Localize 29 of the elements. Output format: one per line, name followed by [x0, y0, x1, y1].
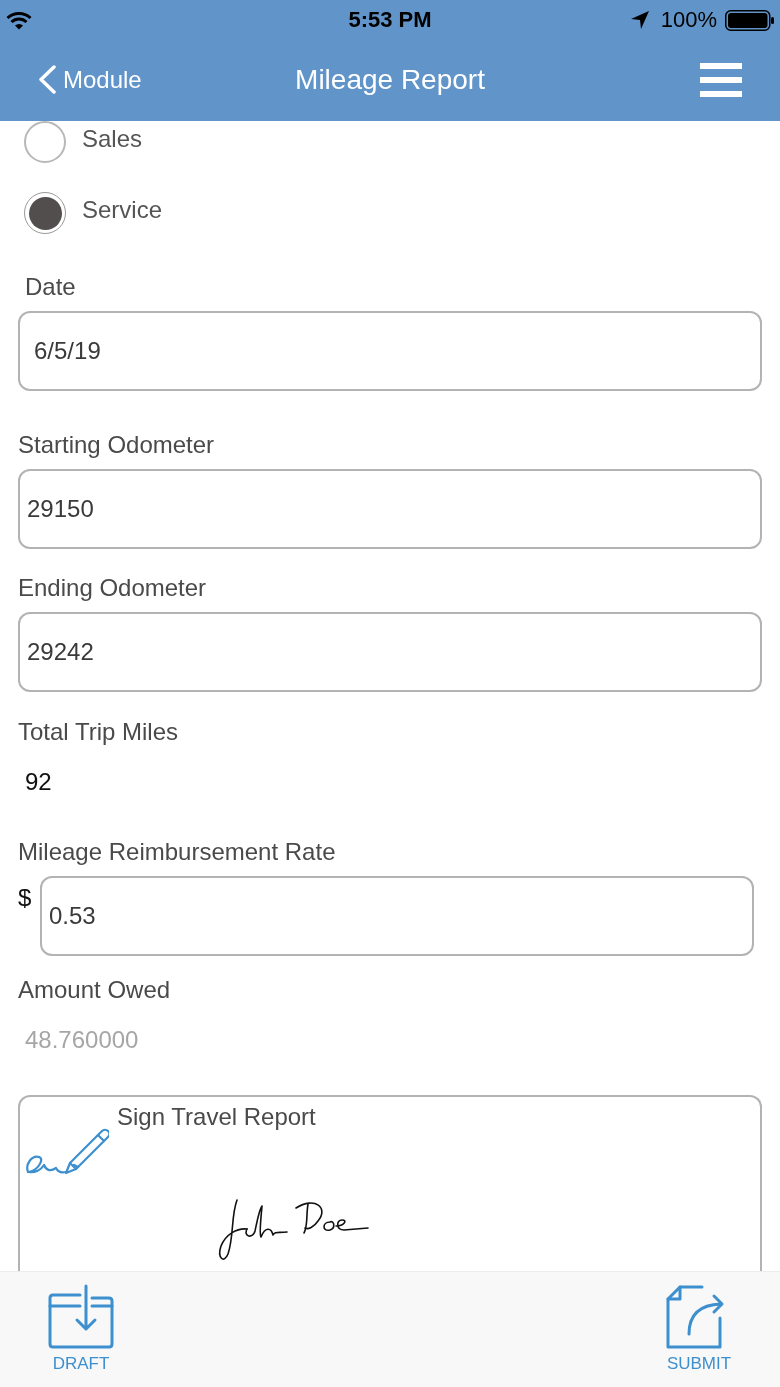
radio-button[interactable]	[24, 121, 66, 163]
battery-percent: 100%	[660, 7, 717, 33]
battery-icon	[725, 9, 774, 31]
menu-icon[interactable]	[700, 62, 742, 97]
input-field[interactable]: 6/5/19	[18, 311, 762, 391]
status-time: 5:53 PM	[347, 7, 433, 33]
input-field[interactable]: 29150	[18, 469, 762, 549]
input-field[interactable]: 0.53	[40, 876, 754, 956]
field-label: Mileage Reimbursement Rate	[18, 838, 337, 866]
field-label: Starting Odometer	[18, 431, 216, 459]
currency-symbol: $	[18, 884, 33, 912]
field-value: 48.760000	[25, 1026, 140, 1054]
chevron-left-icon	[38, 65, 56, 94]
field-label: Total Trip Miles	[18, 718, 180, 746]
pen-signature-icon	[25, 1126, 109, 1176]
option-label: Service	[82, 196, 163, 224]
field-label: Date	[25, 273, 77, 301]
signature-pad[interactable]: Sign Travel Report	[18, 1095, 762, 1271]
wifi-icon	[6, 10, 32, 30]
folder-download-icon	[48, 1284, 114, 1350]
screen-title: Mileage Report	[294, 63, 486, 96]
field-value: 92	[25, 768, 53, 796]
signature-label: Sign Travel Report	[117, 1103, 316, 1131]
location-arrow-icon	[630, 11, 649, 29]
option-label: Sales	[82, 125, 143, 153]
input-field[interactable]: 29242	[18, 612, 762, 692]
field-label: Ending Odometer	[18, 574, 208, 602]
field-label: Amount Owed	[18, 976, 172, 1004]
radio-button[interactable]	[24, 192, 66, 234]
